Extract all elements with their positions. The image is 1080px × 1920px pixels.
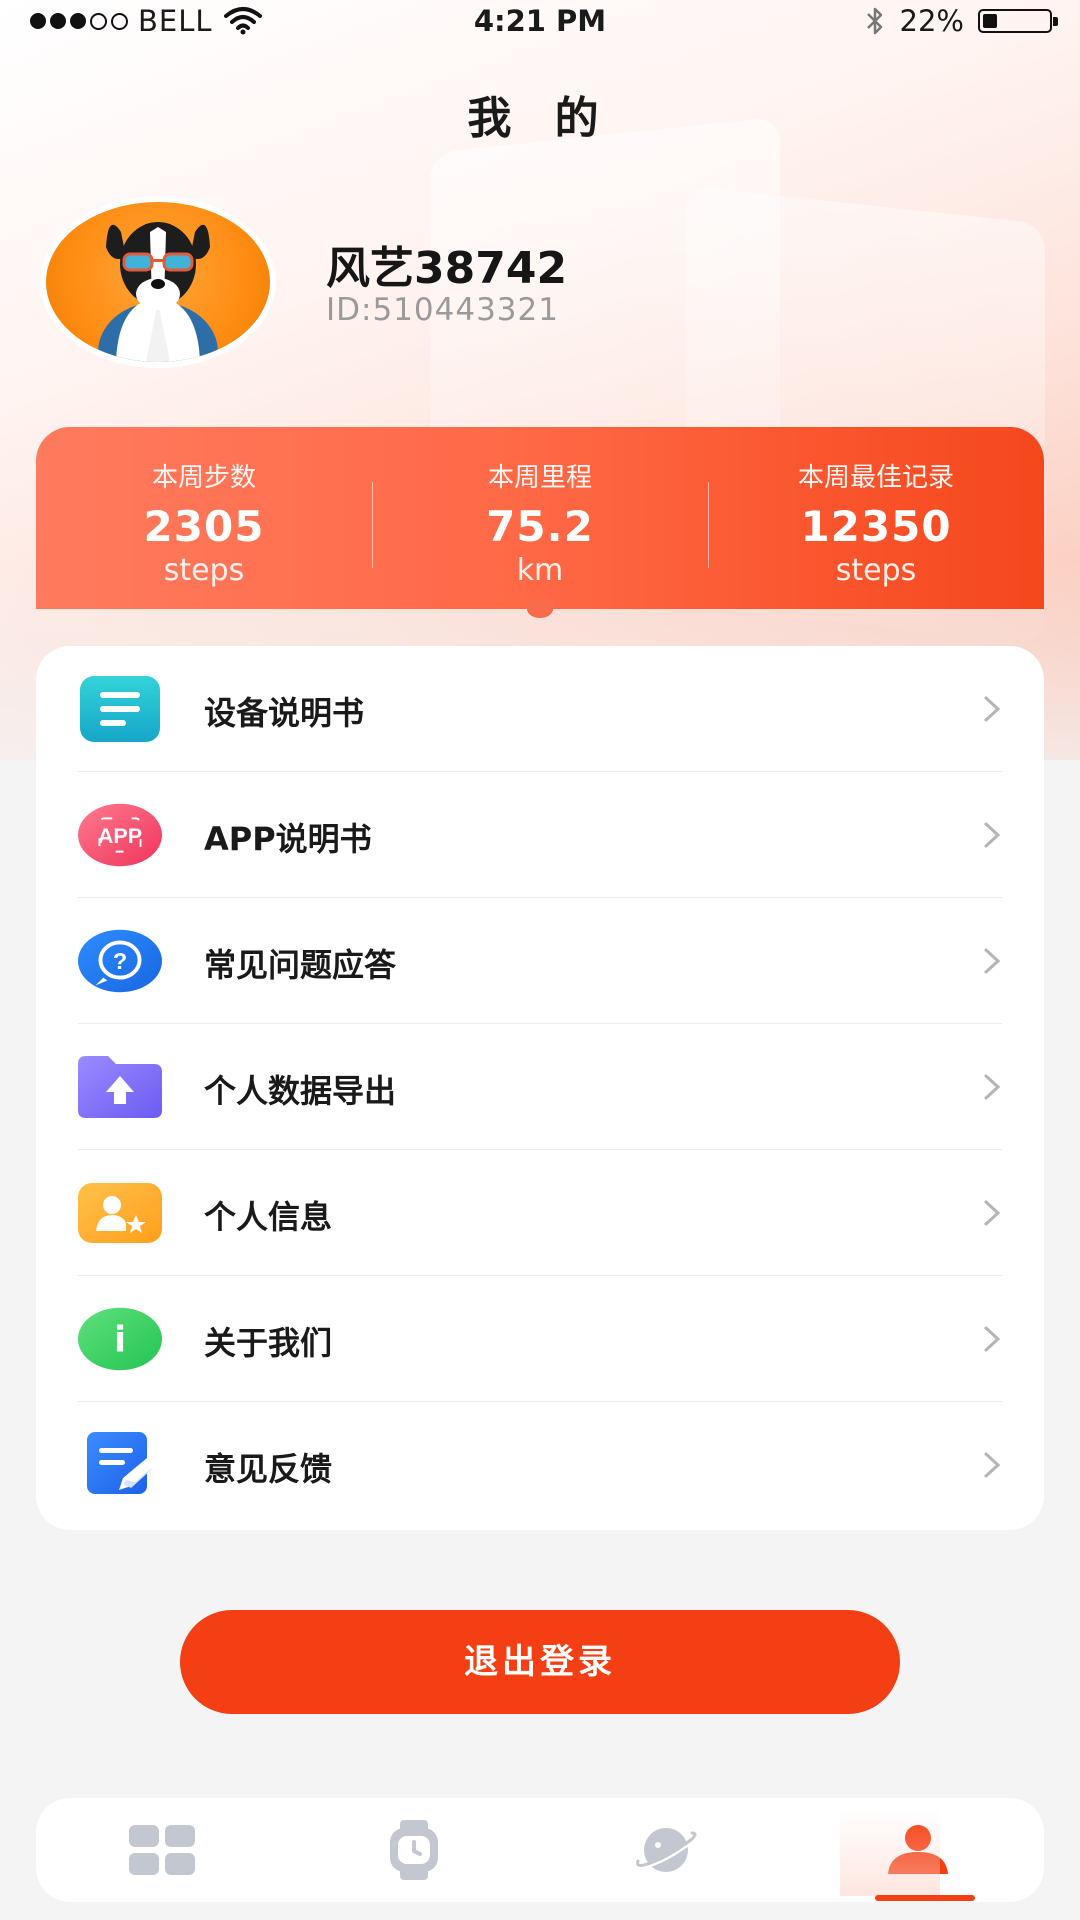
settings-menu: 设备说明书 APP APP说明书 ? 常见问题应答 个人数据导出 个人信息 i … [36,646,1044,1530]
stat-label: 本周步数 [151,463,256,493]
stat-value: 12350 [800,502,952,551]
question-icon-text: ? [113,948,127,974]
planet-icon [633,1828,700,1872]
bluetooth-icon [866,7,882,35]
feedback-edit-icon [78,1432,162,1498]
stat-unit: steps [835,553,917,588]
chevron-right-icon [984,948,1001,974]
stat-unit: km [516,553,564,588]
tab-active-highlight [840,1808,940,1896]
info-icon: i [78,1306,162,1372]
menu-item-data-export[interactable]: 个人数据导出 [36,1024,1044,1150]
stats-notch [527,600,553,618]
chevron-right-icon [984,696,1001,722]
logout-button[interactable]: 退出登录 [180,1610,900,1714]
chevron-right-icon [984,1200,1001,1226]
page-title: 我 的 [467,93,613,144]
menu-label: 个人数据导出 [204,1072,397,1110]
menu-item-app-manual[interactable]: APP APP说明书 [36,772,1044,898]
battery-icon [978,9,1058,33]
weekly-stats-card: 本周步数 2305 steps 本周里程 75.2 km 本周最佳记录 1235… [36,427,1044,609]
stat-label: 本周里程 [487,463,592,493]
folder-upload-icon [78,1054,162,1120]
user-name: 风艺38742 [326,243,568,294]
info-icon-text: i [114,1320,126,1361]
menu-label: 关于我们 [204,1324,333,1362]
battery-percent: 22% [899,4,964,38]
user-star-icon [78,1180,162,1246]
watch-icon [390,1820,438,1880]
dog-avatar-image [98,222,218,362]
manual-icon [78,676,162,742]
tab-active-indicator [875,1895,975,1901]
chevron-right-icon [984,1074,1001,1100]
stat-weekly-steps: 本周步数 2305 steps [36,427,372,609]
stat-value: 2305 [143,502,265,551]
tab-home[interactable] [36,1798,288,1902]
user-id: ID:510443321 [326,292,559,328]
chevron-right-icon [984,1452,1001,1478]
menu-label: 意见反馈 [204,1450,333,1488]
menu-item-feedback[interactable]: 意见反馈 [36,1402,1044,1528]
stat-weekly-distance: 本周里程 75.2 km [372,427,708,609]
menu-label: 个人信息 [204,1198,333,1236]
status-bar: BELL 4:21 PM 22% [0,0,1080,44]
question-icon: ? [78,928,162,994]
menu-item-about-us[interactable]: i 关于我们 [36,1276,1044,1402]
menu-item-device-manual[interactable]: 设备说明书 [36,646,1044,772]
app-icon: APP [78,802,162,868]
stat-weekly-best: 本周最佳记录 12350 steps [708,427,1044,609]
avatar[interactable] [40,196,276,368]
chevron-right-icon [984,822,1001,848]
stat-value: 75.2 [486,502,594,551]
stat-unit: steps [163,553,245,588]
menu-item-faq[interactable]: ? 常见问题应答 [36,898,1044,1024]
menu-label: APP说明书 [204,820,372,858]
menu-item-personal-info[interactable]: 个人信息 [36,1150,1044,1276]
grid-icon [129,1825,195,1875]
tab-device[interactable] [288,1798,540,1902]
stat-label: 本周最佳记录 [797,463,954,493]
chevron-right-icon [984,1326,1001,1352]
app-icon-text: APP [98,824,142,848]
menu-label: 设备说明书 [204,694,365,732]
menu-label: 常见问题应答 [204,946,397,984]
tab-explore[interactable] [540,1798,792,1902]
